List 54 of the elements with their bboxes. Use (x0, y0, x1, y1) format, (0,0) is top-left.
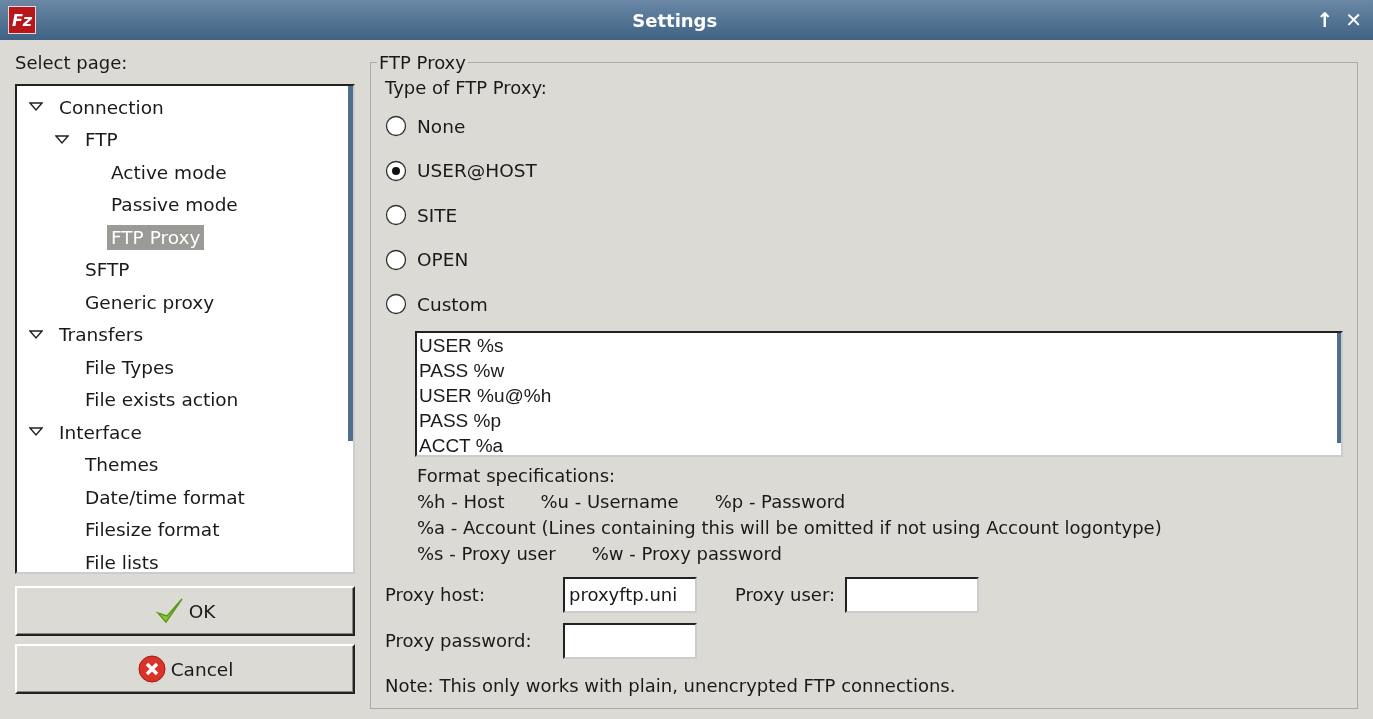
ok-button[interactable]: OK (15, 586, 355, 636)
tree-item[interactable]: Generic proxy (81, 289, 219, 315)
format-spec: %a - Account (Lines containing this will be omitted if not using Account logontype) (417, 515, 1162, 540)
checkmark-icon (154, 596, 185, 626)
proxy-user-field[interactable] (845, 576, 980, 613)
app-logo-icon: Fz (8, 6, 36, 34)
radio-button[interactable] (385, 115, 407, 138)
window-control-button[interactable]: ✕ (1342, 8, 1365, 32)
proxy-password-label: Proxy password: (385, 630, 533, 651)
tree-item[interactable]: File exists action (81, 387, 243, 413)
format-spec: %h - Host (417, 489, 505, 514)
format-spec: %p - Password (714, 489, 846, 514)
tree-item[interactable]: Filesize format (81, 517, 224, 543)
expander-icon[interactable] (55, 134, 69, 145)
tree-item[interactable]: File lists (81, 549, 163, 572)
format-spec: %s - Proxy user (417, 541, 556, 566)
proxy-host-field[interactable]: proxyftp.uni (563, 576, 697, 613)
group-title: FTP Proxy (378, 52, 467, 73)
expander-icon[interactable] (29, 102, 43, 113)
note-text: Note: This only works with plain, unencrypted FTP connections. (385, 674, 957, 696)
proxy-type-label: Type of FTP Proxy: (385, 77, 548, 98)
tree-item[interactable]: Active mode (107, 159, 231, 185)
expander-icon[interactable] (29, 329, 43, 340)
tree-item[interactable]: SFTP (81, 257, 134, 283)
tree-item[interactable]: Interface (55, 419, 146, 445)
format-spec: %u - Username (540, 489, 679, 514)
select-page-label: Select page: (15, 52, 129, 75)
window-title: Settings (631, 9, 719, 31)
format-spec: %w - Proxy password (591, 541, 782, 566)
radio-option[interactable]: USER@HOST (385, 148, 1343, 193)
radio-button[interactable] (385, 248, 407, 271)
radio-option[interactable]: SITE (385, 193, 1343, 238)
cancel-icon (136, 654, 167, 684)
tree-item[interactable]: Date/time format (81, 484, 249, 510)
tree-item[interactable]: File Types (81, 354, 178, 380)
window-control-button[interactable]: ↑ (1313, 8, 1337, 32)
tree-item[interactable]: Passive mode (107, 192, 242, 218)
proxy-host-label: Proxy host: (385, 584, 486, 605)
radio-option[interactable]: Custom (385, 282, 1343, 327)
radio-button[interactable] (385, 159, 407, 182)
radio-button[interactable] (385, 293, 407, 316)
tree-item[interactable]: Themes (81, 452, 163, 478)
proxy-user-label: Proxy user: (735, 584, 836, 605)
format-title: Format specifications: (417, 463, 617, 488)
cancel-button[interactable]: Cancel (15, 644, 355, 694)
radio-button[interactable] (385, 204, 407, 227)
radio-option[interactable]: None (385, 104, 1343, 149)
tree-item[interactable]: FTP (81, 127, 122, 153)
tree-item[interactable]: Transfers (55, 322, 148, 348)
proxy-password-field[interactable] (563, 622, 697, 659)
tree-item[interactable]: Connection (55, 94, 168, 120)
radio-option[interactable]: OPEN (385, 237, 1343, 282)
custom-commands-field[interactable]: USER %s PASS %w USER %u@%h PASS %p ACCT %a (415, 330, 1343, 457)
expander-icon[interactable] (29, 427, 43, 438)
